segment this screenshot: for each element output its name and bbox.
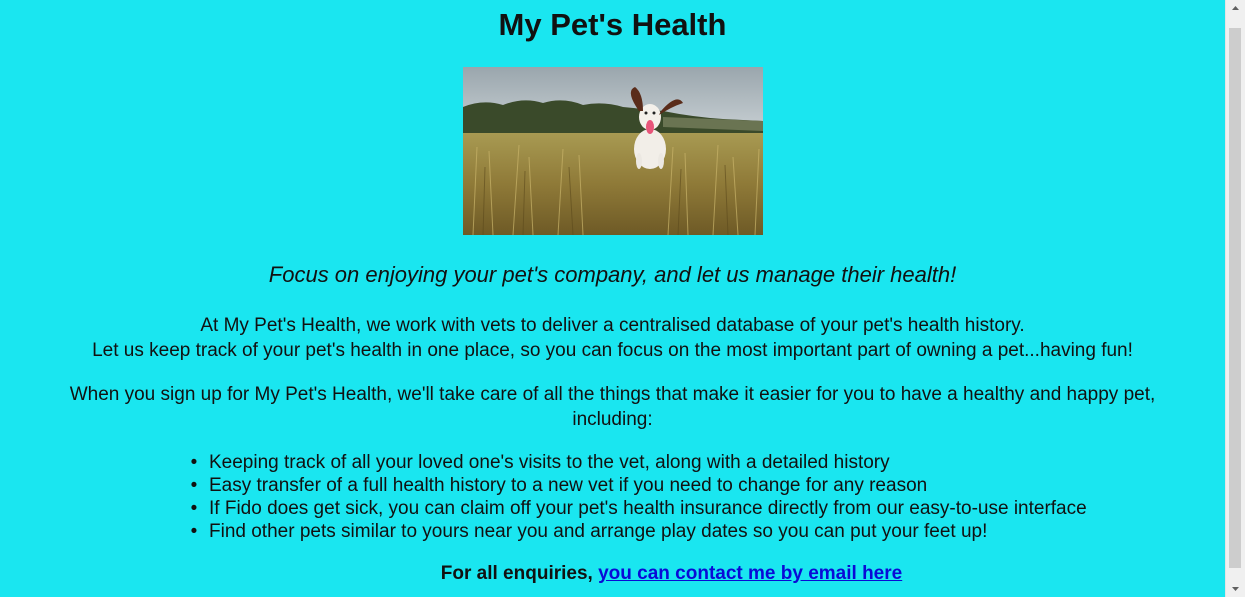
list-item: • If Fido does get sick, you can claim of… (191, 497, 1087, 520)
tagline: Focus on enjoying your pet's company, an… (268, 262, 957, 287)
main-content: My Pet's Health Focus on enjoying your p… (0, 0, 1225, 597)
email-contact-link[interactable]: you can contact me by email here (598, 563, 902, 584)
bullet-icon: • (190, 521, 198, 542)
list-item: • Easy transfer of a full health history … (191, 474, 1087, 497)
hero-image (463, 67, 763, 235)
contact-label: For all enquiries, (440, 563, 593, 584)
page-title: My Pet's Health (498, 7, 727, 42)
intro-line-2: Let us keep track of your pet's health i… (92, 340, 1133, 361)
bullet-icon: • (190, 475, 198, 496)
intro-paragraph: At My Pet's Health, we work with vets to… (0, 313, 1225, 363)
features-list: • Keeping track of all your loved one's v… (191, 451, 1087, 543)
feature-text: If Fido does get sick, you can claim off… (209, 498, 1087, 519)
intro-line-1: At My Pet's Health, we work with vets to… (200, 315, 1025, 336)
bullet-icon: • (190, 452, 198, 473)
list-item: • Find other pets similar to yours near y… (191, 520, 1087, 543)
chevron-down-icon[interactable] (1226, 580, 1245, 597)
list-item: • Keeping track of all your loved one's v… (191, 451, 1087, 474)
bullet-icon: • (190, 498, 198, 519)
chevron-up-icon[interactable] (1226, 0, 1245, 17)
signup-paragraph: When you sign up for My Pet's Health, we… (69, 384, 1156, 430)
vertical-scrollbar[interactable] (1225, 0, 1245, 597)
scrollbar-thumb[interactable] (1229, 28, 1241, 568)
feature-text: Find other pets similar to yours near yo… (209, 521, 988, 542)
feature-text: Keeping track of all your loved one's vi… (209, 452, 890, 473)
page: My Pet's Health Focus on enjoying your p… (0, 0, 1245, 597)
contact-line: For all enquiries, you can contact me by… (0, 563, 1245, 585)
dog-in-field-picture (463, 67, 763, 235)
feature-text: Easy transfer of a full health history t… (209, 475, 928, 496)
